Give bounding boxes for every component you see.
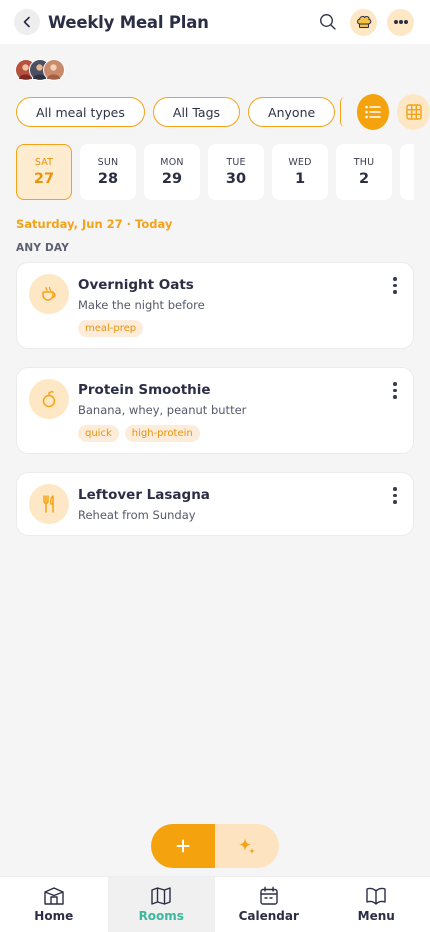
meal-options-button[interactable] xyxy=(393,382,397,399)
day-chip[interactable]: MON 29 xyxy=(144,144,200,200)
tab-label: Menu xyxy=(357,909,395,923)
list-view-button[interactable] xyxy=(356,94,390,130)
tags-filter[interactable]: All Tags xyxy=(152,97,241,127)
fork-knife-icon xyxy=(43,495,54,513)
kebab-dot xyxy=(393,283,397,287)
tab-label: Calendar xyxy=(238,909,299,923)
meal-icon-badge xyxy=(29,379,69,419)
fruit-icon xyxy=(42,391,56,408)
meal-tag: quick xyxy=(78,425,119,442)
meal-tag: high-protein xyxy=(124,425,200,442)
meal-card[interactable]: Overnight Oats Make the night before mea… xyxy=(16,262,414,349)
chef-button[interactable] xyxy=(350,8,377,36)
kebab-dot xyxy=(393,277,397,281)
people-filter[interactable]: Anyone xyxy=(248,97,336,127)
add-meal-button[interactable] xyxy=(151,824,215,868)
filter-bar: All meal types All Tags Anyone xyxy=(0,84,430,130)
kebab-dot xyxy=(393,487,397,491)
day-name: SAT xyxy=(34,157,54,168)
meal-type-filter[interactable]: All meal types xyxy=(16,97,145,127)
meal-title: Leftover Lasagna xyxy=(78,487,210,503)
tab-rooms[interactable]: Rooms xyxy=(107,877,215,932)
day-name: WED xyxy=(288,157,312,168)
search-button[interactable] xyxy=(316,10,340,34)
day-number: 28 xyxy=(97,171,119,187)
sparkle-icon xyxy=(239,838,255,854)
coffee-cup-icon xyxy=(42,286,56,301)
section-heading: ANY DAY xyxy=(16,242,70,254)
book-icon xyxy=(366,887,386,905)
day-chip[interactable]: THU 2 xyxy=(336,144,392,200)
avatar xyxy=(43,59,65,81)
tab-home[interactable]: Home xyxy=(0,877,108,932)
home-icon xyxy=(44,887,64,905)
participant-avatars[interactable] xyxy=(0,44,430,84)
meal-subtitle: Banana, whey, peanut butter xyxy=(78,403,247,417)
meal-list: Overnight Oats Make the night before mea… xyxy=(0,254,430,536)
floating-actions xyxy=(151,824,279,868)
day-name: MON xyxy=(160,157,184,168)
calendar-icon xyxy=(260,886,278,905)
selected-date-label: Saturday, Jun 27 · Today xyxy=(16,217,173,231)
day-number: 30 xyxy=(225,171,247,187)
grid-view-button[interactable] xyxy=(397,94,430,130)
tab-calendar[interactable]: Calendar xyxy=(215,877,323,932)
kebab-dot xyxy=(393,388,397,392)
tab-label: Home xyxy=(34,909,74,923)
list-icon xyxy=(365,105,381,119)
meal-card[interactable]: Leftover Lasagna Reheat from Sunday xyxy=(16,472,414,536)
meal-title: Overnight Oats xyxy=(78,277,194,293)
more-horizontal-icon xyxy=(393,20,408,24)
day-chip-overflow[interactable] xyxy=(400,144,414,200)
day-selector: SAT 27 SUN 28 MON 29 TUE 30 WED 1 THU 2 xyxy=(0,130,430,200)
day-name: TUE xyxy=(226,157,246,168)
day-chip[interactable]: TUE 30 xyxy=(208,144,264,200)
ai-suggest-button[interactable] xyxy=(215,824,279,868)
meal-options-button[interactable] xyxy=(393,487,397,504)
meal-icon-badge xyxy=(29,484,69,524)
search-icon xyxy=(320,14,336,30)
grid-icon xyxy=(406,104,422,120)
filter-overflow-edge xyxy=(340,97,345,127)
meal-tag: meal-prep xyxy=(78,320,144,337)
kebab-dot xyxy=(393,493,397,497)
top-bar: Weekly Meal Plan xyxy=(0,0,430,44)
day-name: THU xyxy=(353,157,375,168)
page-title: Weekly Meal Plan xyxy=(48,12,209,32)
meal-icon-badge xyxy=(29,274,69,314)
day-number: 1 xyxy=(294,171,306,187)
kebab-dot xyxy=(393,290,397,294)
day-chip[interactable]: SUN 28 xyxy=(80,144,136,200)
bottom-tab-bar: Home Rooms Calendar Menu xyxy=(0,876,430,932)
more-button[interactable] xyxy=(387,8,414,36)
meal-title: Protein Smoothie xyxy=(78,382,211,398)
meal-subtitle: Make the night before xyxy=(78,298,205,312)
plus-icon xyxy=(176,839,190,853)
kebab-dot xyxy=(393,395,397,399)
chevron-left-icon xyxy=(23,16,30,28)
day-chip[interactable]: SAT 27 xyxy=(16,144,72,200)
day-number: 27 xyxy=(33,171,55,187)
meal-card[interactable]: Protein Smoothie Banana, whey, peanut bu… xyxy=(16,367,414,454)
meal-options-button[interactable] xyxy=(393,277,397,294)
day-number: 2 xyxy=(358,171,370,187)
meal-subtitle: Reheat from Sunday xyxy=(78,508,196,522)
tab-menu[interactable]: Menu xyxy=(323,877,430,932)
rooms-icon xyxy=(151,887,171,905)
back-button[interactable] xyxy=(14,9,40,35)
kebab-dot xyxy=(393,382,397,386)
chef-hat-icon xyxy=(356,15,371,28)
tab-label: Rooms xyxy=(138,909,184,923)
kebab-dot xyxy=(393,500,397,504)
day-number: 29 xyxy=(161,171,183,187)
day-name: SUN xyxy=(97,157,119,168)
day-chip[interactable]: WED 1 xyxy=(272,144,328,200)
